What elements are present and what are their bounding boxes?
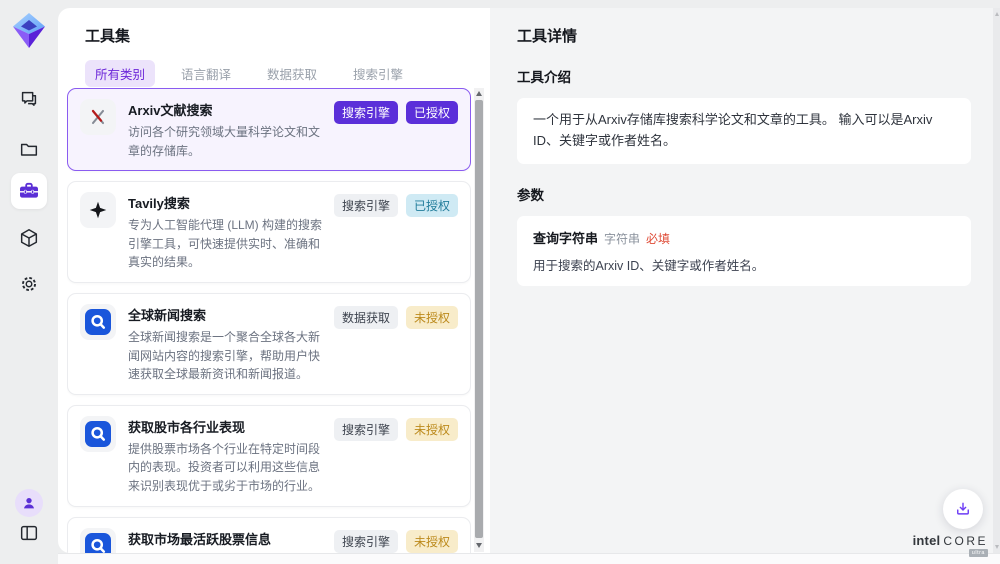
tool-name: Tavily搜索 [128, 193, 326, 212]
tool-name: Arxiv文献搜索 [128, 100, 326, 119]
intel-core-logo: intel CORE ultra [913, 533, 988, 557]
app-logo-icon [11, 11, 47, 49]
tool-name: 获取股市各行业表现 [128, 417, 326, 436]
list-scrollbar[interactable] [474, 88, 484, 552]
sidebar-item-tools[interactable] [11, 173, 47, 209]
category-tab[interactable]: 搜索引擎 [343, 60, 413, 87]
page-title: 工具集 [85, 25, 130, 46]
user-avatar[interactable] [15, 489, 43, 517]
category-badge: 数据获取 [334, 306, 398, 329]
detail-title: 工具详情 [517, 25, 971, 46]
param-name: 查询字符串 [533, 228, 598, 247]
category-badge: 搜索引擎 [334, 418, 398, 441]
cube-icon [18, 227, 40, 249]
tool-list-panel: 工具集 所有类别语言翻译数据获取搜索引擎 Arxiv文献搜索 访问各个研究领域大… [58, 8, 490, 553]
detail-scrollbar-track[interactable] [993, 8, 1000, 553]
detail-scroll-up-icon[interactable] [995, 12, 999, 16]
tool-card[interactable]: Tavily搜索 专为人工智能代理 (LLM) 构建的搜索引擎工具，可快速提供实… [67, 181, 471, 283]
category-badge: 搜索引擎 [334, 194, 398, 217]
param-required-badge: 必填 [646, 230, 670, 247]
status-badge: 未授权 [406, 418, 458, 441]
category-tab[interactable]: 所有类别 [85, 60, 155, 87]
blue-search-icon [80, 528, 116, 553]
sidebar-item-files[interactable] [11, 133, 47, 167]
category-tab[interactable]: 语言翻译 [171, 60, 241, 87]
intro-text: 一个用于从Arxiv存储库搜索科学论文和文章的工具。 输入可以是Arxiv ID… [533, 110, 955, 152]
sidebar-item-panel-toggle[interactable] [11, 516, 47, 550]
tool-description: 全球新闻搜索是一个聚合全球各大新闻网站内容的搜索引擎，帮助用户快速获取全球最新资… [128, 328, 326, 384]
tool-detail-panel: 工具详情 工具介绍 一个用于从Arxiv存储库搜索科学论文和文章的工具。 输入可… [490, 8, 1000, 553]
params-heading: 参数 [517, 184, 971, 204]
toolbox-icon [17, 179, 41, 203]
user-icon [21, 495, 37, 511]
brand-core-text: CORE [943, 534, 988, 548]
tool-description: 专为人工智能代理 (LLM) 构建的搜索引擎工具，可快速提供实时、准确和真实的结… [128, 216, 326, 272]
sidebar-item-chat[interactable] [11, 82, 47, 116]
detail-scroll-down-icon[interactable] [995, 545, 999, 549]
param-type: 字符串 [604, 230, 640, 247]
tool-card[interactable]: 全球新闻搜索 全球新闻搜索是一个聚合全球各大新闻网站内容的搜索引擎，帮助用户快速… [67, 293, 471, 395]
status-badge: 未授权 [406, 530, 458, 553]
arxiv-logo-icon [80, 99, 116, 135]
download-icon [954, 500, 972, 518]
param-card: 查询字符串 字符串 必填 用于搜索的Arxiv ID、关键字或作者姓名。 [517, 216, 971, 286]
status-badge: 未授权 [406, 306, 458, 329]
window-bottom-edge [58, 553, 1000, 564]
tool-name: 获取市场最活跃股票信息 [128, 529, 326, 548]
tool-list: Arxiv文献搜索 访问各个研究领域大量科学论文和文章的存储库。 搜索引擎 已授… [67, 88, 471, 553]
gear-icon [18, 273, 40, 295]
category-badge: 搜索引擎 [334, 530, 398, 553]
blue-search-icon [80, 304, 116, 340]
scroll-up-icon[interactable] [474, 88, 484, 98]
blue-search-icon [80, 416, 116, 452]
brand-ultra-badge: ultra [969, 549, 988, 557]
sidebar-item-settings[interactable] [11, 267, 47, 301]
chat-icon [18, 88, 40, 110]
tool-card[interactable]: Arxiv文献搜索 访问各个研究领域大量科学论文和文章的存储库。 搜索引擎 已授… [67, 88, 471, 171]
download-button[interactable] [943, 489, 983, 529]
intro-card: 一个用于从Arxiv存储库搜索科学论文和文章的工具。 输入可以是Arxiv ID… [517, 98, 971, 164]
brand-intel-text: intel [913, 533, 941, 548]
category-tab[interactable]: 数据获取 [257, 60, 327, 87]
layout-panel-icon [18, 522, 40, 544]
left-sidebar [0, 0, 58, 563]
star-icon [80, 192, 116, 228]
scrollbar-thumb[interactable] [475, 100, 483, 538]
scroll-down-icon[interactable] [474, 540, 484, 550]
param-description: 用于搜索的Arxiv ID、关键字或作者姓名。 [533, 255, 955, 274]
tool-description: 访问各个研究领域大量科学论文和文章的存储库。 [128, 123, 326, 160]
status-badge: 已授权 [406, 101, 458, 124]
tool-description: 提供股票市场各个行业在特定时间段内的表现。投资者可以利用这些信息来识别表现优于或… [128, 440, 326, 496]
intro-heading: 工具介绍 [517, 66, 971, 86]
tool-card[interactable]: 获取股市各行业表现 提供股票市场各个行业在特定时间段内的表现。投资者可以利用这些… [67, 405, 471, 507]
param-list: 查询字符串 字符串 必填 用于搜索的Arxiv ID、关键字或作者姓名。 [517, 216, 971, 286]
folder-icon [18, 139, 40, 161]
sidebar-item-models[interactable] [11, 221, 47, 255]
category-tabs: 所有类别语言翻译数据获取搜索引擎 [85, 60, 413, 87]
tool-name: 全球新闻搜索 [128, 305, 326, 324]
status-badge: 已授权 [406, 194, 458, 217]
tool-card[interactable]: 获取市场最活跃股票信息 提供当天交易量最高的股票列表，投资者可以利用这些信息来识… [67, 517, 471, 553]
category-badge: 搜索引擎 [334, 101, 398, 124]
